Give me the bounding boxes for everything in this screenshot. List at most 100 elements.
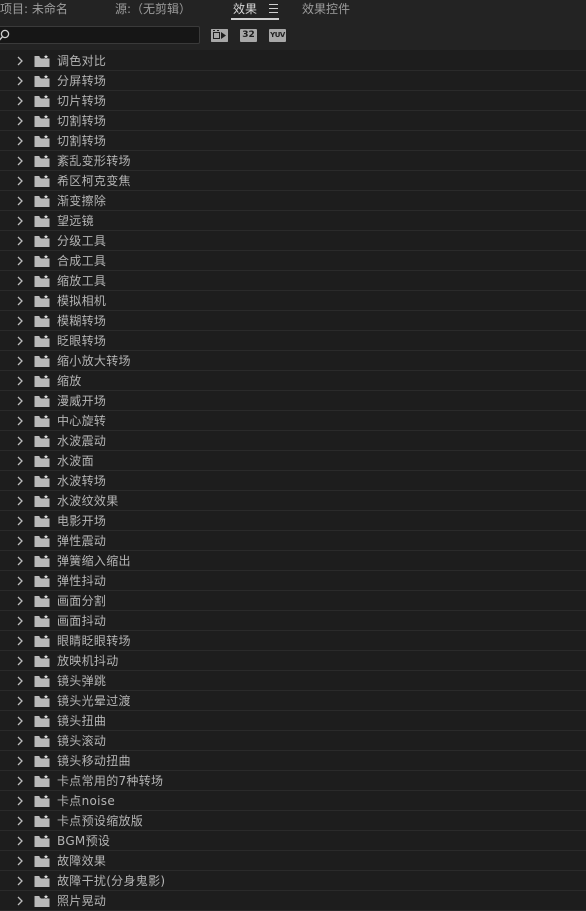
effect-folder-row[interactable]: 调色对比 bbox=[0, 51, 586, 71]
chevron-right-icon[interactable] bbox=[16, 556, 24, 566]
chevron-right-icon[interactable] bbox=[16, 56, 24, 66]
effect-folder-row[interactable]: 画面分割 bbox=[0, 591, 586, 611]
effect-folder-row[interactable]: 水波面 bbox=[0, 451, 586, 471]
chevron-right-icon[interactable] bbox=[16, 696, 24, 706]
chevron-right-icon[interactable] bbox=[16, 296, 24, 306]
effect-folder-row[interactable]: 水波转场 bbox=[0, 471, 586, 491]
effect-folder-row[interactable]: 漫威开场 bbox=[0, 391, 586, 411]
effect-folder-row[interactable]: 镜头光晕过渡 bbox=[0, 691, 586, 711]
tab-effects[interactable]: 效果 bbox=[233, 1, 257, 17]
chevron-right-icon[interactable] bbox=[16, 316, 24, 326]
chevron-right-icon[interactable] bbox=[16, 576, 24, 586]
effect-folder-label: 弹性震动 bbox=[57, 534, 107, 548]
effect-folder-row[interactable]: 画面抖动 bbox=[0, 611, 586, 631]
effect-folder-row[interactable]: 缩小放大转场 bbox=[0, 351, 586, 371]
search-input[interactable] bbox=[0, 26, 200, 44]
effect-folder-row[interactable]: 故障效果 bbox=[0, 851, 586, 871]
yuv-effects-icon: YUV bbox=[270, 31, 285, 39]
effect-folder-row[interactable]: 缩放 bbox=[0, 371, 586, 391]
chevron-right-icon[interactable] bbox=[16, 416, 24, 426]
effect-folder-row[interactable]: 放映机抖动 bbox=[0, 651, 586, 671]
chevron-right-icon[interactable] bbox=[16, 876, 24, 886]
chevron-right-icon[interactable] bbox=[16, 156, 24, 166]
effect-folder-row[interactable]: 卡点noise bbox=[0, 791, 586, 811]
preset-bin-icon bbox=[34, 494, 50, 507]
tab-source[interactable]: 源:（无剪辑） bbox=[115, 1, 191, 17]
effect-folder-row[interactable]: 希区柯克变焦 bbox=[0, 171, 586, 191]
chevron-right-icon[interactable] bbox=[16, 236, 24, 246]
effect-folder-row[interactable]: 渐变擦除 bbox=[0, 191, 586, 211]
effect-folder-row[interactable]: 镜头移动扭曲 bbox=[0, 751, 586, 771]
chevron-right-icon[interactable] bbox=[16, 496, 24, 506]
chevron-right-icon[interactable] bbox=[16, 196, 24, 206]
chevron-right-icon[interactable] bbox=[16, 656, 24, 666]
chevron-right-icon[interactable] bbox=[16, 516, 24, 526]
effect-folder-row[interactable]: 弹簧缩入缩出 bbox=[0, 551, 586, 571]
chevron-right-icon[interactable] bbox=[16, 456, 24, 466]
effect-folder-row[interactable]: 眼睛眨眼转场 bbox=[0, 631, 586, 651]
chevron-right-icon[interactable] bbox=[16, 96, 24, 106]
chevron-right-icon[interactable] bbox=[16, 376, 24, 386]
effect-folder-row[interactable]: 模拟相机 bbox=[0, 291, 586, 311]
effect-folder-row[interactable]: 电影开场 bbox=[0, 511, 586, 531]
chevron-right-icon[interactable] bbox=[16, 356, 24, 366]
chevron-right-icon[interactable] bbox=[16, 676, 24, 686]
effect-folder-row[interactable]: 切割转场 bbox=[0, 111, 586, 131]
chevron-right-icon[interactable] bbox=[16, 476, 24, 486]
tab-effect-controls[interactable]: 效果控件 bbox=[302, 1, 350, 17]
effect-folder-row[interactable]: 切片转场 bbox=[0, 91, 586, 111]
effect-folder-row[interactable]: 中心旋转 bbox=[0, 411, 586, 431]
panel-menu-icon[interactable] bbox=[269, 4, 278, 13]
chevron-right-icon[interactable] bbox=[16, 856, 24, 866]
effect-folder-row[interactable]: 镜头滚动 bbox=[0, 731, 586, 751]
effect-folder-row[interactable]: 分级工具 bbox=[0, 231, 586, 251]
chevron-right-icon[interactable] bbox=[16, 336, 24, 346]
effect-folder-row[interactable]: 水波纹效果 bbox=[0, 491, 586, 511]
tab-project[interactable]: 项目: 未命名 bbox=[0, 1, 68, 17]
chevron-right-icon[interactable] bbox=[16, 256, 24, 266]
effect-folder-row[interactable]: 水波震动 bbox=[0, 431, 586, 451]
effect-folder-row[interactable]: 望远镜 bbox=[0, 211, 586, 231]
effect-folder-row[interactable]: 弹性震动 bbox=[0, 531, 586, 551]
chevron-right-icon[interactable] bbox=[16, 836, 24, 846]
chevron-right-icon[interactable] bbox=[16, 756, 24, 766]
effect-folder-row[interactable]: 弹性抖动 bbox=[0, 571, 586, 591]
effect-folder-row[interactable]: 照片晃动 bbox=[0, 891, 586, 911]
chevron-right-icon[interactable] bbox=[16, 136, 24, 146]
effect-folder-row[interactable]: 分屏转场 bbox=[0, 71, 586, 91]
chevron-right-icon[interactable] bbox=[16, 596, 24, 606]
effect-folder-row[interactable]: 模糊转场 bbox=[0, 311, 586, 331]
effect-folder-row[interactable]: 故障干扰(分身鬼影) bbox=[0, 871, 586, 891]
chevron-right-icon[interactable] bbox=[16, 276, 24, 286]
accelerated-effects-button[interactable] bbox=[211, 29, 228, 42]
effect-folder-row[interactable]: 缩放工具 bbox=[0, 271, 586, 291]
chevron-right-icon[interactable] bbox=[16, 896, 24, 906]
chevron-right-icon[interactable] bbox=[16, 796, 24, 806]
chevron-right-icon[interactable] bbox=[16, 636, 24, 646]
chevron-right-icon[interactable] bbox=[16, 736, 24, 746]
chevron-right-icon[interactable] bbox=[16, 76, 24, 86]
chevron-right-icon[interactable] bbox=[16, 716, 24, 726]
effect-folder-row[interactable]: 切割转场 bbox=[0, 131, 586, 151]
preset-bin-icon bbox=[34, 614, 50, 627]
32-bit-color-button[interactable]: 32 bbox=[240, 29, 257, 42]
effect-folder-row[interactable]: 镜头扭曲 bbox=[0, 711, 586, 731]
chevron-right-icon[interactable] bbox=[16, 776, 24, 786]
effect-folder-label: 分屏转场 bbox=[57, 74, 107, 88]
chevron-right-icon[interactable] bbox=[16, 116, 24, 126]
effect-folder-row[interactable]: BGM预设 bbox=[0, 831, 586, 851]
effect-folder-row[interactable]: 卡点预设缩放版 bbox=[0, 811, 586, 831]
chevron-right-icon[interactable] bbox=[16, 396, 24, 406]
effect-folder-row[interactable]: 合成工具 bbox=[0, 251, 586, 271]
effect-folder-row[interactable]: 紊乱变形转场 bbox=[0, 151, 586, 171]
chevron-right-icon[interactable] bbox=[16, 176, 24, 186]
effect-folder-row[interactable]: 卡点常用的7种转场 bbox=[0, 771, 586, 791]
chevron-right-icon[interactable] bbox=[16, 816, 24, 826]
effect-folder-row[interactable]: 镜头弹跳 bbox=[0, 671, 586, 691]
chevron-right-icon[interactable] bbox=[16, 536, 24, 546]
chevron-right-icon[interactable] bbox=[16, 216, 24, 226]
effect-folder-row[interactable]: 眨眼转场 bbox=[0, 331, 586, 351]
chevron-right-icon[interactable] bbox=[16, 436, 24, 446]
yuv-effects-button[interactable]: YUV bbox=[269, 29, 286, 42]
chevron-right-icon[interactable] bbox=[16, 616, 24, 626]
